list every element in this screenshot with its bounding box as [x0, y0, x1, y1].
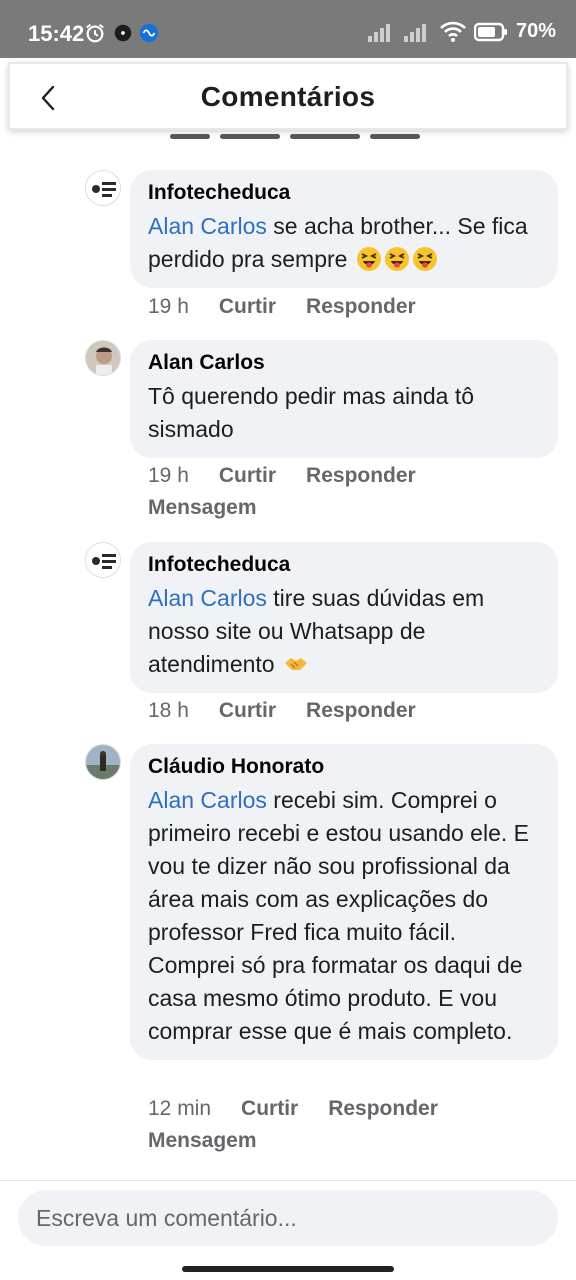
alarm-icon — [86, 23, 104, 43]
like-button[interactable]: Curtir — [241, 1097, 298, 1121]
like-button[interactable]: Curtir — [219, 699, 276, 723]
comment-text: Alan Carlos tire suas dúvidas em nosso s… — [148, 582, 540, 681]
avatar[interactable] — [85, 542, 121, 578]
wifi-icon — [440, 21, 466, 42]
comment-actions: 19 h Curtir Responder — [148, 295, 416, 319]
comment-text: Alan Carlos recebi sim. Comprei o primei… — [148, 784, 540, 1048]
comment-bubble: Infotecheduca Alan Carlos se acha brothe… — [130, 170, 558, 288]
reply-button[interactable]: Responder — [306, 699, 416, 723]
battery-icon — [473, 22, 507, 41]
comment-actions: 19 h Curtir Responder — [148, 464, 416, 488]
squinting-tongue-emoji-icon — [412, 247, 437, 271]
comment-time: 19 h — [148, 464, 189, 487]
squinting-tongue-emoji-icon — [356, 247, 381, 271]
comment-author[interactable]: Infotecheduca — [148, 180, 540, 206]
user-photo-icon — [86, 745, 120, 779]
like-button[interactable]: Curtir — [219, 295, 276, 319]
reply-button[interactable]: Responder — [306, 295, 416, 319]
clipped-content — [170, 134, 500, 142]
avatar[interactable] — [85, 744, 121, 780]
notification-dot-icon — [114, 24, 132, 42]
comment-time: 12 min — [148, 1097, 212, 1120]
comment-time: 18 h — [148, 699, 189, 722]
comment-text: Alan Carlos se acha brother... Se fica p… — [148, 210, 540, 276]
mention-link[interactable]: Alan Carlos — [148, 213, 267, 239]
comment-author[interactable]: Alan Carlos — [148, 350, 540, 376]
comment-author[interactable]: Infotecheduca — [148, 552, 540, 578]
handshake-emoji-icon — [284, 658, 307, 670]
avatar[interactable] — [85, 170, 121, 206]
comment-text: Tô querendo pedir mas ainda tô sismado — [148, 383, 475, 442]
divider — [0, 1180, 576, 1181]
page-title: Comentários — [200, 81, 376, 112]
reply-button[interactable]: Responder — [328, 1097, 438, 1121]
home-indicator[interactable] — [182, 1266, 394, 1272]
signal-icon — [403, 23, 426, 42]
comment-actions: 12 min Curtir Responder — [148, 1097, 438, 1121]
status-right: 70% — [367, 20, 556, 43]
comment-input[interactable] — [18, 1190, 558, 1246]
message-button[interactable]: Mensagem — [148, 496, 257, 520]
comment-body: recebi sim. Comprei o primeiro recebi e … — [148, 787, 529, 1044]
header: Comentários — [8, 62, 568, 130]
app-icon — [139, 23, 159, 43]
comment-bubble: Alan Carlos Tô querendo pedir mas ainda … — [130, 340, 558, 458]
status-time: 15:42 — [28, 21, 85, 46]
status-bar: 15:42 70% — [0, 0, 576, 58]
infotecheduca-logo-icon — [86, 543, 120, 577]
message-button[interactable]: Mensagem — [148, 1129, 257, 1153]
comment-author[interactable]: Cláudio Honorato — [148, 754, 540, 780]
comment-time: 19 h — [148, 295, 189, 318]
mention-link[interactable]: Alan Carlos — [148, 787, 267, 813]
avatar[interactable] — [85, 340, 121, 376]
like-button[interactable]: Curtir — [219, 464, 276, 488]
user-photo-icon — [86, 341, 120, 375]
reply-button[interactable]: Responder — [306, 464, 416, 488]
battery-percent: 70% — [515, 20, 556, 42]
infotecheduca-logo-icon — [86, 171, 120, 205]
comment-actions: 18 h Curtir Responder — [148, 699, 416, 723]
comment-bubble: Cláudio Honorato Alan Carlos recebi sim.… — [130, 744, 558, 1060]
comment-bubble: Infotecheduca Alan Carlos tire suas dúvi… — [130, 542, 558, 693]
mention-link[interactable]: Alan Carlos — [148, 585, 267, 611]
signal-icon — [367, 23, 390, 42]
squinting-tongue-emoji-icon — [384, 247, 409, 271]
